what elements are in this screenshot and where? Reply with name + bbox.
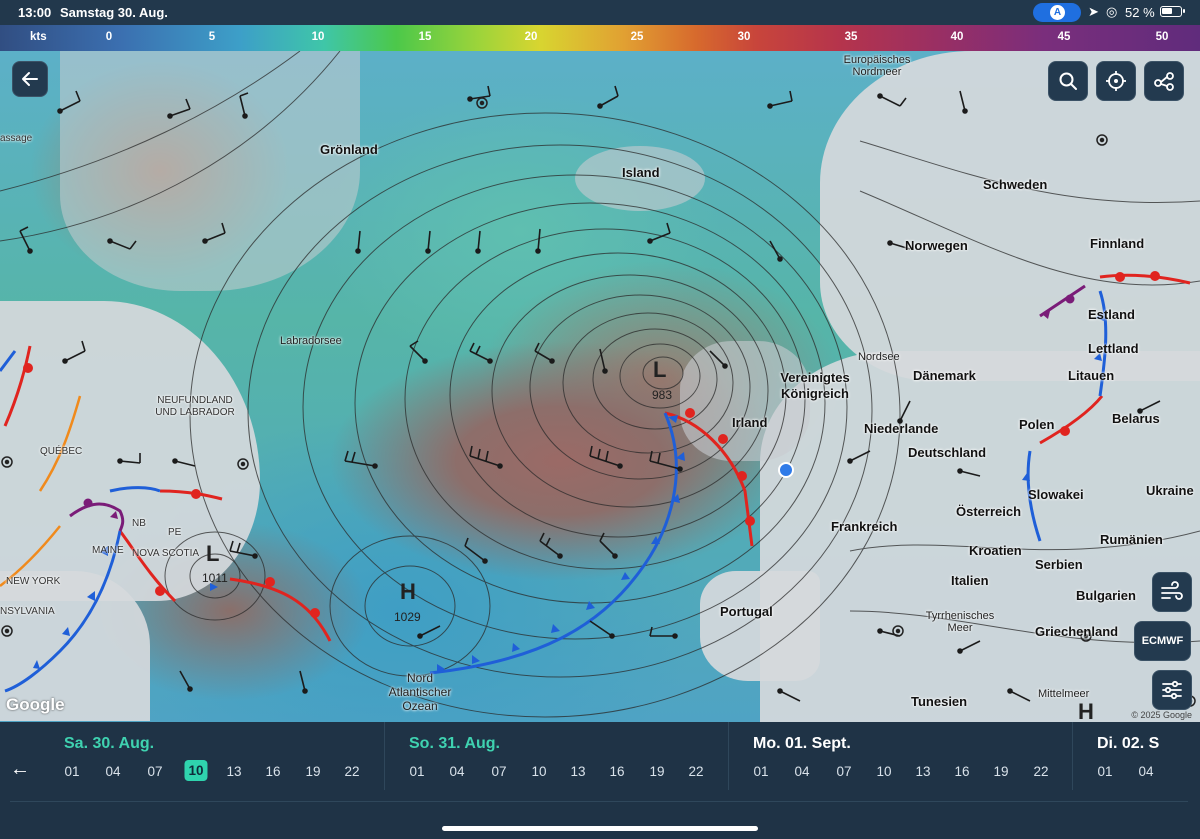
legend-tick: 10: [311, 31, 325, 43]
google-attribution: Google: [6, 695, 65, 714]
weather-map[interactable]: Grönland Island Europäisches Nordmeer Sc…: [0, 51, 1200, 722]
map-label-schweden: Schweden: [983, 177, 1048, 192]
map-label-novascotia: NOVA SCOTIA: [132, 548, 200, 559]
sliders-icon: [1162, 680, 1182, 700]
legend-tick: 25: [630, 31, 644, 43]
map-label-italien: Italien: [951, 573, 989, 588]
wind-layer-button[interactable]: [1152, 572, 1192, 612]
settings-button[interactable]: [1152, 670, 1192, 710]
map-label-litauen: Litauen: [1068, 368, 1115, 383]
locate-button[interactable]: [1096, 61, 1136, 101]
map-label-vk: Vereinigtes Königreich: [780, 370, 850, 401]
home-indicator[interactable]: [442, 826, 758, 831]
map-label-norwegen: Norwegen: [905, 238, 968, 253]
search-icon: [1059, 72, 1077, 90]
timeline-divider: [10, 801, 1188, 802]
user-location-dot: [778, 462, 794, 478]
map-label-tyrrh: Tyrrhenisches Meer: [925, 610, 995, 634]
legend-tick: 5: [208, 31, 216, 43]
legend-tick: 35: [844, 31, 858, 43]
map-label-deutschland: Deutschland: [908, 445, 987, 460]
crosshair-icon: [1106, 71, 1126, 91]
map-label-belarus: Belarus: [1112, 411, 1160, 426]
map-label-serbien: Serbien: [1035, 557, 1083, 572]
map-label-sylvania: NSYLVANIA: [0, 606, 55, 617]
low-pressure-value: 983: [652, 388, 673, 402]
forecast-model-button[interactable]: ECMWF: [1134, 621, 1191, 661]
map-label-nordsee: Nordsee: [858, 351, 900, 363]
map-label-nb: NB: [132, 518, 146, 529]
map-label-frankreich: Frankreich: [831, 519, 898, 534]
legend-unit: kts: [30, 31, 47, 43]
map-label-labradorsee: Labradorsee: [280, 335, 342, 347]
status-date: Samstag 30. Aug.: [60, 5, 168, 20]
legend-tick: 40: [950, 31, 964, 43]
route-button[interactable]: [1144, 61, 1184, 101]
wind-icon: [1161, 581, 1183, 600]
navigation-icon: A: [1050, 5, 1065, 20]
map-label-oesterreich: Österreich: [956, 504, 1022, 519]
privacy-eye-icon: ◎: [1106, 4, 1118, 19]
low-pressure-marker: L: [206, 541, 220, 566]
map-label-neufundland: NEUFUNDLAND UND LABRADOR: [155, 395, 235, 418]
map-label-daenemark: Dänemark: [913, 368, 976, 383]
high-pressure-marker: H: [400, 579, 416, 604]
legend-tick: 20: [524, 31, 538, 43]
map-label-finnland: Finnland: [1090, 236, 1145, 251]
route-icon: [1154, 72, 1174, 91]
map-label-slowakei: Slowakei: [1028, 487, 1084, 502]
hour-item[interactable]: 04: [1138, 764, 1153, 779]
legend-tick: 30: [737, 31, 751, 43]
battery-icon: [1160, 6, 1185, 17]
hour-item[interactable]: 01: [1097, 764, 1112, 779]
map-label-pe: PE: [168, 527, 182, 538]
map-copyright: © 2025 Google: [1131, 710, 1192, 720]
map-label-ukraine: Ukraine: [1146, 483, 1194, 498]
map-label-quebec: QUÉBEC: [40, 446, 83, 457]
map-label-polen: Polen: [1019, 417, 1055, 432]
isobar-layer: [0, 51, 1200, 718]
map-label-lettland: Lettland: [1088, 341, 1139, 356]
battery-percent: 52 %: [1125, 5, 1155, 20]
map-label-island: Island: [622, 165, 660, 180]
map-label-irland: Irland: [732, 415, 768, 430]
map-label-griechenland: Griechenland: [1035, 624, 1119, 639]
map-label-rumaenien: Rumänien: [1100, 532, 1163, 547]
legend-tick: 45: [1057, 31, 1071, 43]
legend-tick: 0: [105, 31, 113, 43]
day-group: Di. 02. S 01 04: [0, 722, 1200, 800]
arrow-left-icon: [22, 72, 38, 86]
map-label-nordatl: Nord Atlantischer Ozean: [388, 671, 452, 713]
legend-tick: 50: [1155, 31, 1169, 43]
location-arrow-icon: ➤: [1088, 4, 1099, 19]
map-label-passage: assage: [0, 133, 33, 144]
wind-speed-legend: kts 0 5 10 15 20 25 30 35 40 45 50: [0, 25, 1200, 51]
high-pressure-marker: H: [1078, 699, 1094, 722]
legend-tick: 15: [418, 31, 432, 43]
forecast-timeline[interactable]: ← Sa. 30. Aug. 01 04 07 10 13 16 19 22 S…: [0, 722, 1200, 839]
low-pressure-value: 1011: [202, 571, 228, 585]
map-label-maine: MAINE: [92, 545, 124, 556]
status-bar: 13:00 Samstag 30. Aug. A ➤ ◎ 52 %: [0, 0, 1200, 25]
status-time: 13:00: [18, 5, 52, 20]
map-label-tunesien: Tunesien: [911, 694, 968, 709]
search-button[interactable]: [1048, 61, 1088, 101]
map-label-nordmeer: Europäisches Nordmeer: [843, 54, 911, 78]
map-label-portugal: Portugal: [720, 604, 773, 619]
navigation-indicator: A: [1033, 3, 1081, 22]
map-label-newyork: NEW YORK: [6, 576, 61, 587]
back-button[interactable]: [12, 61, 48, 97]
map-label-estland: Estland: [1088, 307, 1135, 322]
map-label-niederlande: Niederlande: [864, 421, 939, 436]
map-label-kroatien: Kroatien: [969, 543, 1022, 558]
map-label-bulgarien: Bulgarien: [1076, 588, 1136, 603]
day-label[interactable]: Di. 02. S: [1097, 735, 1159, 753]
high-pressure-value: 1029: [394, 610, 421, 624]
low-pressure-marker: L: [653, 357, 667, 382]
map-label-groenland: Grönland: [320, 142, 378, 157]
